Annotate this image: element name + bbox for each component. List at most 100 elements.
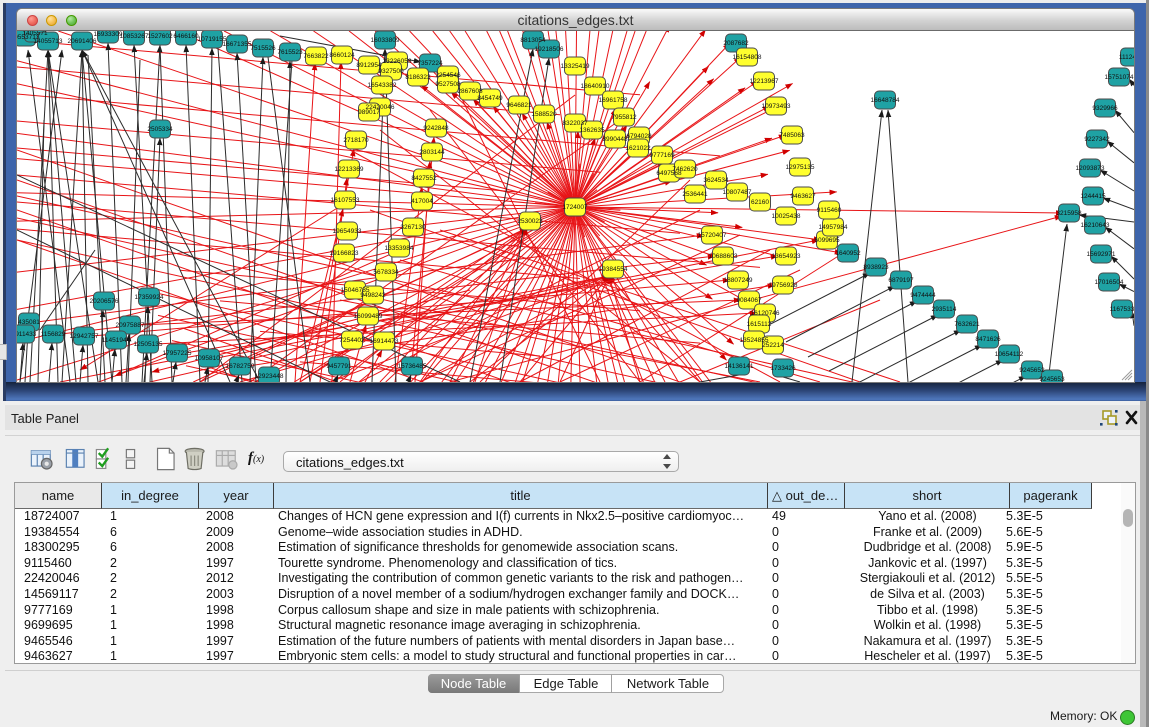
svg-text:7663822: 7663822 [303, 53, 329, 60]
svg-text:2505334: 2505334 [147, 126, 173, 133]
svg-text:13325419: 13325419 [561, 63, 590, 70]
svg-text:9329966: 9329966 [1092, 105, 1118, 112]
svg-text:11451944: 11451944 [102, 337, 131, 344]
svg-text:12213369: 12213369 [335, 166, 364, 173]
svg-text:14055713: 14055713 [34, 38, 63, 45]
svg-text:1615112: 1615112 [747, 321, 772, 328]
svg-text:19756928: 19756928 [769, 282, 798, 289]
svg-text:17016504: 17016504 [1095, 279, 1124, 286]
svg-text:989017: 989017 [358, 109, 380, 116]
svg-text:1733426: 1733426 [770, 365, 796, 372]
svg-text:417004: 417004 [411, 198, 433, 205]
svg-text:1244415: 1244415 [1080, 193, 1106, 200]
svg-text:7485063: 7485063 [779, 132, 805, 139]
svg-text:8322037: 8322037 [562, 120, 588, 127]
svg-text:3215958: 3215958 [1056, 210, 1082, 217]
svg-text:12093873: 12093873 [1076, 165, 1105, 172]
svg-text:1621022: 1621022 [625, 145, 651, 152]
svg-text:8186323: 8186323 [405, 74, 431, 81]
svg-text:10853267: 10853267 [120, 33, 149, 40]
svg-text:8471626: 8471626 [975, 336, 1001, 343]
svg-text:19166823: 19166823 [330, 250, 359, 257]
svg-text:8454749: 8454749 [477, 95, 503, 102]
svg-text:10958107: 10958107 [195, 355, 224, 362]
svg-text:8813054: 8813054 [520, 37, 546, 44]
svg-text:9245652: 9245652 [1019, 367, 1045, 374]
svg-text:2935114: 2935114 [932, 306, 957, 313]
svg-text:9115460: 9115460 [817, 207, 842, 214]
svg-text:12923448: 12923448 [255, 373, 284, 380]
svg-text:18807249: 18807249 [724, 277, 753, 284]
svg-text:16671355: 16671355 [223, 41, 252, 48]
svg-text:8427552: 8427552 [411, 175, 437, 182]
svg-text:1405571: 1405571 [22, 31, 48, 37]
svg-text:16543382: 16543382 [368, 82, 397, 89]
svg-text:9327500: 9327500 [378, 68, 404, 75]
svg-text:1588520: 1588520 [531, 111, 557, 118]
svg-text:16099489: 16099489 [354, 313, 383, 320]
svg-text:12213967: 12213967 [750, 78, 779, 85]
svg-text:10807487: 10807487 [723, 189, 752, 196]
svg-text:7515526: 7515526 [250, 45, 276, 52]
svg-text:16154808: 16154808 [733, 54, 762, 61]
svg-text:1640952: 1640952 [835, 250, 861, 257]
svg-text:19384554: 19384554 [599, 266, 628, 273]
svg-text:1112448: 1112448 [1119, 54, 1134, 61]
svg-text:2718170: 2718170 [343, 137, 369, 144]
svg-text:19218506: 19218506 [535, 46, 564, 53]
svg-text:2254546: 2254546 [435, 72, 461, 79]
svg-text:1527602: 1527602 [147, 33, 173, 40]
svg-text:2803144: 2803144 [419, 149, 445, 156]
svg-text:13353984: 13353984 [385, 245, 414, 252]
svg-text:10688603: 10688603 [709, 253, 738, 260]
svg-text:16210643: 16210643 [1081, 222, 1110, 229]
svg-text:7955812: 7955812 [611, 114, 637, 121]
svg-text:16107553: 16107553 [331, 197, 360, 204]
svg-text:17359924: 17359924 [135, 294, 164, 301]
svg-text:3624534: 3624534 [703, 177, 729, 184]
svg-text:16933309: 16933309 [94, 31, 123, 38]
svg-text:13226058: 13226058 [383, 58, 412, 65]
svg-text:9227342: 9227342 [1084, 136, 1110, 143]
svg-text:8660124: 8660124 [329, 52, 355, 59]
svg-text:7632621: 7632621 [954, 321, 980, 328]
svg-text:9463627: 9463627 [790, 193, 816, 200]
svg-text:19654933: 19654933 [333, 228, 362, 235]
svg-text:1724007: 1724007 [562, 204, 588, 211]
svg-text:5678334: 5678334 [373, 269, 399, 276]
svg-text:12505135: 12505135 [134, 341, 163, 348]
svg-text:435081: 435081 [18, 319, 40, 326]
svg-text:9084067: 9084067 [736, 297, 762, 304]
svg-text:2087682: 2087682 [723, 40, 749, 47]
svg-text:15751074: 15751074 [1105, 74, 1134, 81]
svg-text:15692971: 15692971 [1087, 251, 1116, 258]
svg-text:14957984: 14957984 [819, 224, 848, 231]
svg-text:7462620: 7462620 [672, 166, 698, 173]
svg-text:6099695: 6099695 [814, 237, 840, 244]
svg-text:2536441: 2536441 [682, 191, 708, 198]
svg-text:9474444: 9474444 [910, 292, 936, 299]
svg-text:8938923: 8938923 [863, 264, 889, 271]
svg-text:9646821: 9646821 [506, 102, 532, 109]
svg-text:2867608: 2867608 [457, 88, 483, 95]
svg-text:9242848: 9242848 [423, 125, 449, 132]
svg-text:20206576: 20206576 [90, 298, 119, 305]
svg-text:1362635: 1362635 [579, 127, 605, 134]
svg-text:3267130: 3267130 [400, 224, 426, 231]
svg-text:15720407: 15720407 [698, 232, 727, 239]
svg-text:16648784: 16648784 [871, 97, 900, 104]
svg-text:10654112: 10654112 [995, 351, 1024, 358]
svg-text:16961758: 16961758 [599, 97, 628, 104]
svg-text:1167533: 1167533 [1110, 306, 1134, 313]
svg-text:17957225: 17957225 [163, 350, 192, 357]
svg-text:1156829: 1156829 [41, 331, 66, 338]
svg-text:16782759: 16782759 [226, 363, 255, 370]
svg-text:20975887: 20975887 [116, 322, 145, 329]
svg-text:9457791: 9457791 [326, 363, 352, 370]
svg-text:7254402: 7254402 [339, 337, 365, 344]
svg-text:15736485: 15736485 [398, 363, 427, 370]
svg-text:14136141: 14136141 [725, 363, 754, 370]
svg-text:3911433: 3911433 [17, 331, 37, 338]
svg-text:12975135: 12975135 [786, 164, 815, 171]
svg-text:9527508: 9527508 [435, 81, 461, 88]
